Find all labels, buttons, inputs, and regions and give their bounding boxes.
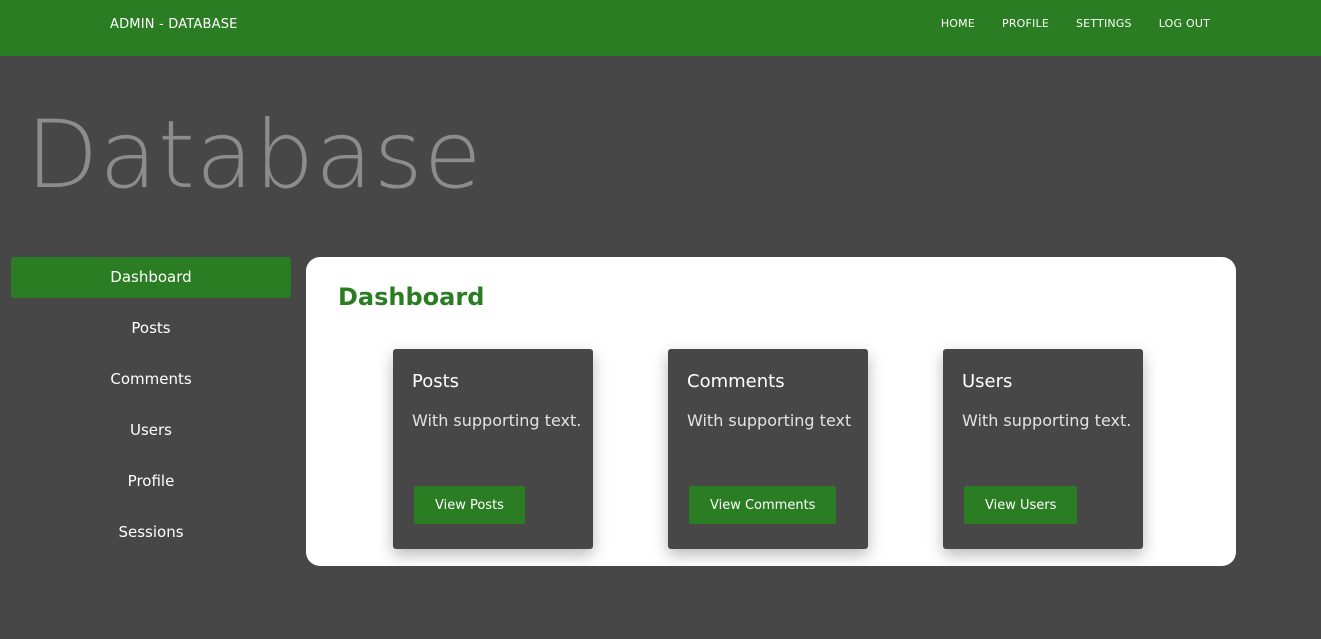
page-title: Database: [26, 101, 483, 210]
sidebar-item-profile[interactable]: Profile: [11, 461, 291, 502]
nav-settings-link[interactable]: SETTINGS: [1076, 17, 1132, 30]
card-text: With supporting text: [687, 411, 852, 430]
nav-profile-link[interactable]: PROFILE: [1002, 17, 1049, 30]
view-comments-button[interactable]: View Comments: [689, 486, 837, 524]
card-title: Users: [962, 371, 1013, 392]
nav-logout-link[interactable]: LOG OUT: [1159, 17, 1210, 30]
card-title: Comments: [687, 371, 785, 392]
sidebar-item-sessions[interactable]: Sessions: [11, 512, 291, 553]
comments-card: Comments With supporting text View Comme…: [668, 349, 868, 549]
view-users-button[interactable]: View Users: [964, 486, 1078, 524]
posts-card: Posts With supporting text. View Posts: [393, 349, 593, 549]
top-navbar: ADMIN - DATABASE HOME PROFILE SETTINGS L…: [0, 0, 1321, 56]
brand-link[interactable]: ADMIN - DATABASE: [110, 17, 238, 32]
users-card: Users With supporting text. View Users: [943, 349, 1143, 549]
card-text: With supporting text.: [962, 411, 1132, 430]
sidebar-item-comments[interactable]: Comments: [11, 359, 291, 400]
dashboard-panel: Dashboard Posts With supporting text. Vi…: [306, 257, 1236, 566]
sidebar-item-dashboard[interactable]: Dashboard: [11, 257, 291, 298]
sidebar-item-users[interactable]: Users: [11, 410, 291, 451]
card-title: Posts: [412, 371, 460, 392]
sidebar: Dashboard Posts Comments Users Profile S…: [11, 257, 291, 563]
top-nav: HOME PROFILE SETTINGS LOG OUT: [914, 17, 1210, 30]
panel-title: Dashboard: [338, 283, 485, 311]
sidebar-item-posts[interactable]: Posts: [11, 308, 291, 349]
card-text: With supporting text.: [412, 411, 582, 430]
view-posts-button[interactable]: View Posts: [414, 486, 525, 524]
nav-home-link[interactable]: HOME: [941, 17, 975, 30]
